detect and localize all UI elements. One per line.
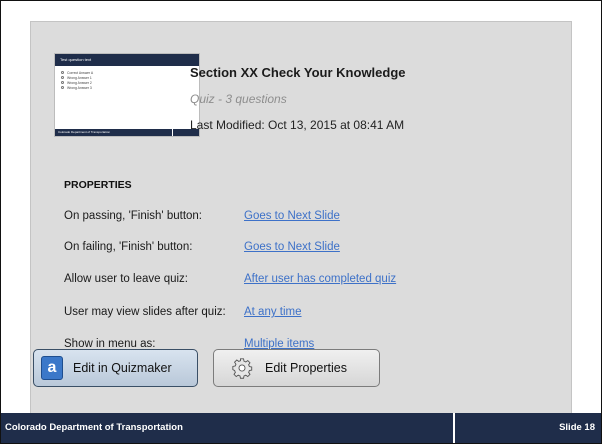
thumbnail-option-label: Correct Answer A	[67, 70, 94, 75]
thumbnail-options: Correct Answer A Wrong Answer 1 Wrong An…	[55, 66, 199, 90]
edit-in-quizmaker-label: Edit in Quizmaker	[73, 361, 172, 375]
organization-name: Colorado Department of Transportation	[5, 422, 183, 433]
thumbnail-footer-divider	[172, 129, 173, 136]
last-modified: Last Modified: Oct 13, 2015 at 08:41 AM	[190, 118, 405, 132]
gear-icon	[231, 357, 253, 379]
property-link-allow-leave[interactable]: After user has completed quiz	[244, 273, 396, 285]
property-row-on-failing: On failing, 'Finish' button: Goes to Nex…	[64, 241, 564, 257]
thumbnail-header: Test question text	[55, 54, 199, 66]
quiz-subtitle: Quiz - 3 questions	[190, 92, 287, 106]
thumbnail-option-label: Wrong Answer 2	[67, 80, 92, 85]
edit-properties-button[interactable]: Edit Properties	[213, 349, 380, 387]
property-row-allow-leave: Allow user to leave quiz: After user has…	[64, 273, 564, 289]
thumbnail-option-label: Wrong Answer 3	[67, 85, 92, 90]
properties-heading: PROPERTIES	[64, 179, 132, 191]
edit-properties-label: Edit Properties	[265, 361, 347, 375]
property-label: Allow user to leave quiz:	[64, 273, 189, 285]
property-link-view-slides[interactable]: At any time	[244, 306, 302, 318]
property-link-on-passing[interactable]: Goes to Next Slide	[244, 210, 340, 222]
thumbnail-option: Wrong Answer 3	[61, 85, 199, 90]
thumbnail-footer: Colorado Department of Transportation	[55, 129, 199, 136]
property-link-on-failing[interactable]: Goes to Next Slide	[244, 241, 340, 253]
radio-icon	[61, 76, 64, 79]
property-label: On passing, 'Finish' button:	[64, 210, 202, 222]
footer-divider	[453, 413, 455, 443]
slide: Test question text Correct Answer A Wron…	[0, 0, 602, 444]
thumbnail-option-label: Wrong Answer 1	[67, 75, 92, 80]
property-row-on-passing: On passing, 'Finish' button: Goes to Nex…	[64, 210, 564, 226]
radio-icon	[61, 81, 64, 84]
quizmaker-app-icon: a	[41, 356, 63, 380]
property-row-view-slides: User may view slides after quiz: At any …	[64, 306, 564, 322]
edit-in-quizmaker-button[interactable]: a Edit in Quizmaker	[33, 349, 198, 387]
property-label: On failing, 'Finish' button:	[64, 241, 193, 253]
slide-footer: Colorado Department of Transportation Sl…	[1, 413, 601, 443]
radio-icon	[61, 86, 64, 89]
radio-icon	[61, 71, 64, 74]
property-label: User may view slides after quiz:	[64, 306, 226, 318]
quiz-title: Section XX Check Your Knowledge	[190, 65, 406, 80]
slide-number: Slide 18	[559, 422, 595, 433]
quiz-thumbnail[interactable]: Test question text Correct Answer A Wron…	[54, 53, 200, 137]
